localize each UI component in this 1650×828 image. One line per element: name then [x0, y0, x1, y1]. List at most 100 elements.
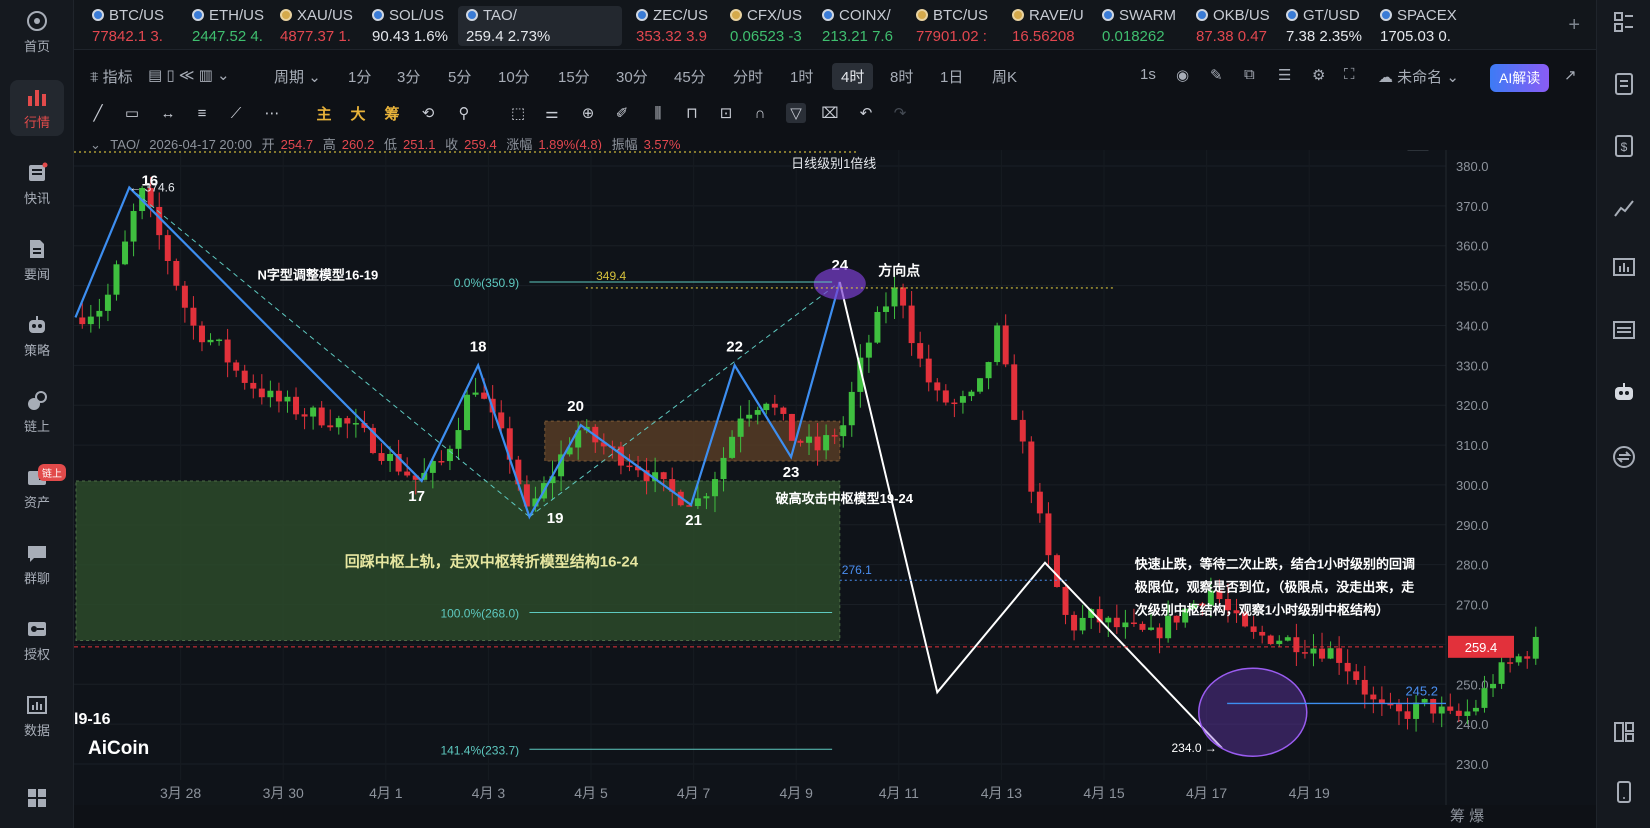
x-tick-label: 4月 11: [879, 785, 919, 801]
layout-name-dropdown[interactable]: ☁ 未命名 ⌄: [1378, 66, 1459, 87]
ai-explain-button[interactable]: AI解读: [1490, 64, 1550, 92]
dollar-icon[interactable]: $: [1612, 134, 1636, 158]
candle-body: [130, 211, 137, 242]
ticker-7[interactable]: COINX/213.21 7.6: [822, 6, 893, 46]
interval-4h[interactable]: 4时: [832, 63, 874, 90]
indicator-button[interactable]: ⩨ 指标: [90, 66, 133, 87]
price-chart[interactable]: 380.0 370.0 360.0 350.0 340.0 330.0 320.0 310.0…: [74, 135, 1596, 805]
interval-timeshare[interactable]: 分时: [733, 66, 763, 87]
ticker-8[interactable]: BTC/US 77901.02 :: [916, 6, 988, 46]
horizontal-ray-icon[interactable]: ↔: [158, 103, 178, 123]
nav-auth[interactable]: 授权: [10, 612, 64, 668]
nav-chain[interactable]: 链上: [10, 384, 64, 440]
period-dropdown[interactable]: 周期 ⌄: [274, 66, 321, 87]
interval-8h[interactable]: 8时: [890, 66, 913, 87]
interval-week[interactable]: 周K: [992, 66, 1017, 87]
nav-apps[interactable]: [10, 780, 64, 820]
brush-icon[interactable]: ✐: [612, 103, 632, 123]
chip-toggle[interactable]: 筹: [382, 103, 402, 123]
fib-level-label: 0.0%(350.9): [454, 276, 519, 290]
list-icon[interactable]: ☰: [1278, 66, 1291, 84]
interval-45m[interactable]: 45分: [674, 66, 706, 87]
interval-1m[interactable]: 1分: [348, 66, 371, 87]
ticker-0[interactable]: BTC/US 77842.1 3.: [92, 6, 164, 46]
window-icon[interactable]: ⧉: [1244, 66, 1255, 83]
interval-3m[interactable]: 3分: [397, 66, 420, 87]
ticker-2[interactable]: XAU/US 4877.37 1.: [280, 6, 353, 46]
nav-flash[interactable]: 快讯: [10, 156, 64, 212]
rectangle-icon[interactable]: ▭: [122, 103, 142, 123]
ticker-6[interactable]: CFX/US 0.06523 -3: [730, 6, 802, 46]
y-tick-label: 330.0: [1456, 358, 1489, 373]
ticker-1[interactable]: ETH/US 2447.52 4.: [192, 6, 264, 46]
ticker-13[interactable]: SPACEX 1705.03 0.: [1380, 6, 1457, 46]
nav-home[interactable]: 首页: [10, 4, 64, 60]
nav-headline[interactable]: 要闻: [10, 232, 64, 288]
interval-30m[interactable]: 30分: [616, 66, 648, 87]
y-tick-label: 380.0: [1456, 159, 1489, 174]
chain-icon: [25, 390, 49, 412]
lock-icon[interactable]: ⊓: [682, 103, 702, 123]
delete-icon[interactable]: ⌧: [820, 103, 840, 123]
robot-icon[interactable]: [1612, 380, 1636, 404]
ticker-12[interactable]: GT/USD 7.38 2.35%: [1286, 6, 1362, 46]
trend-line-icon[interactable]: ╱: [88, 103, 108, 123]
nav-strategy[interactable]: 策略: [10, 308, 64, 364]
more-tools-icon[interactable]: ⋯: [262, 103, 282, 123]
magnet-icon[interactable]: ∩: [750, 103, 770, 123]
coin-icon: [1102, 9, 1114, 21]
ticker-11[interactable]: OKB/US 87.38 0.47: [1196, 6, 1270, 46]
interval-5m[interactable]: 5分: [448, 66, 471, 87]
interval-1h[interactable]: 1时: [790, 66, 813, 87]
ticker-9[interactable]: RAVE/U 16.56208: [1012, 6, 1084, 46]
candles-icon[interactable]: ⫼: [648, 103, 668, 123]
nav-market[interactable]: 行情: [10, 80, 64, 136]
menu-grid-icon[interactable]: [1612, 10, 1636, 34]
trend-icon[interactable]: [1612, 196, 1636, 220]
interval-15m[interactable]: 15分: [558, 66, 590, 87]
channel-icon[interactable]: ≡: [192, 103, 212, 123]
swap-circle-icon[interactable]: [1612, 445, 1636, 469]
pen-icon[interactable]: ✎: [1210, 66, 1223, 84]
chart-svg[interactable]: 380.0 370.0 360.0 350.0 340.0 330.0 320.0 310.0…: [74, 135, 1596, 805]
monitor-chart-icon[interactable]: [1612, 256, 1636, 280]
x-tick-label: 3月 30: [263, 785, 304, 801]
interval-10m[interactable]: 10分: [498, 66, 530, 87]
nav-data[interactable]: 数据: [10, 688, 64, 744]
ray-icon[interactable]: ⟋: [226, 103, 246, 123]
document-icon[interactable]: [1612, 72, 1636, 96]
main-chart-toggle[interactable]: 主: [314, 103, 334, 123]
cursor-icon[interactable]: ⬚: [508, 103, 528, 123]
replay-icon[interactable]: ⟲: [418, 103, 438, 123]
y-tick-label: 310.0: [1456, 438, 1489, 453]
settings-icon[interactable]: ⚙: [1312, 66, 1325, 84]
ruler-icon[interactable]: ⚌: [542, 103, 562, 123]
camera-icon[interactable]: ◉: [1176, 66, 1189, 84]
nav-chat[interactable]: 群聊: [10, 536, 64, 592]
speed-toggle[interactable]: 1s: [1140, 66, 1156, 83]
candle-body: [301, 414, 308, 417]
candle-body: [814, 436, 821, 451]
phone-icon[interactable]: [1612, 780, 1636, 804]
candle-body: [1507, 662, 1514, 664]
redo-icon[interactable]: ↷: [890, 103, 910, 123]
nav-assets[interactable]: 链上 资产: [10, 460, 66, 516]
zoom-icon[interactable]: ⊕: [578, 103, 598, 123]
fullscreen-icon[interactable]: ⛶: [1344, 66, 1355, 83]
big-order-toggle[interactable]: 大: [348, 103, 368, 123]
measure-icon[interactable]: ⚲: [454, 103, 474, 123]
ticker-5[interactable]: ZEC/US 353.32 3.9: [636, 6, 708, 46]
edit-icon[interactable]: ⊡: [716, 103, 736, 123]
layout-split-icon[interactable]: [1612, 720, 1636, 744]
layout-icons[interactable]: ▤ ▯ ≪ ▥ ⌄: [148, 66, 230, 84]
etf-icon[interactable]: [1612, 318, 1636, 342]
ticker-3[interactable]: SOL/US 90.43 1.6%: [372, 6, 448, 46]
interval-1d[interactable]: 1日: [940, 66, 963, 87]
filter-icon[interactable]: ▽: [786, 103, 806, 123]
add-ticker-button[interactable]: +: [1568, 14, 1580, 37]
undo-icon[interactable]: ↶: [856, 103, 876, 123]
ticker-4[interactable]: TAO/259.4 2.73%: [458, 6, 622, 46]
share-icon[interactable]: ↗: [1564, 66, 1577, 84]
ticker-10[interactable]: SWARM 0.018262: [1102, 6, 1176, 46]
nav-auth-label: 授权: [23, 646, 50, 662]
